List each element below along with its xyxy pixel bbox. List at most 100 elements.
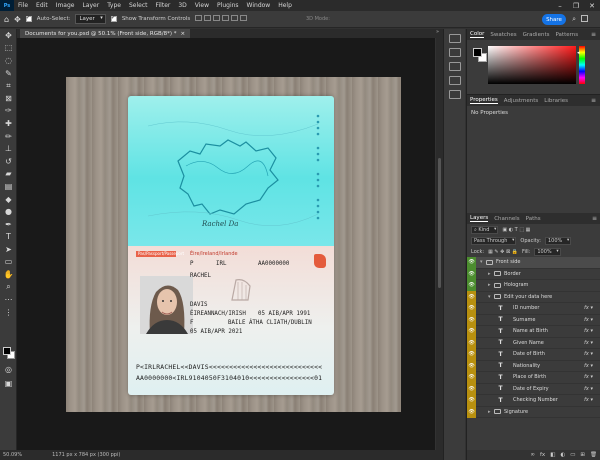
visibility-eye-icon[interactable]: 👁 bbox=[467, 314, 476, 326]
opacity-input[interactable]: 100% bbox=[544, 236, 572, 245]
maximize-icon[interactable]: ❐ bbox=[568, 0, 584, 11]
layer-effects-icon[interactable]: fx ▾ bbox=[584, 340, 593, 346]
layer-row[interactable]: 👁 T Nationality fx ▾ bbox=[467, 360, 600, 372]
visibility-eye-icon[interactable]: 👁 bbox=[467, 256, 476, 268]
adjustment-icon[interactable]: ◐ bbox=[560, 452, 565, 458]
layer-row[interactable]: 👁 ▸ Hologram bbox=[467, 279, 600, 292]
layer-effects-icon[interactable]: fx ▾ bbox=[584, 317, 593, 323]
dodge-icon[interactable]: ● bbox=[0, 205, 17, 218]
show-transform-checkbox[interactable] bbox=[110, 14, 117, 22]
menu-view[interactable]: View bbox=[191, 2, 213, 9]
foreground-color[interactable] bbox=[3, 347, 11, 355]
foreground-swatch[interactable] bbox=[473, 48, 482, 57]
move-tool-icon[interactable]: ✥ bbox=[14, 15, 21, 24]
tab-channels[interactable]: Channels bbox=[494, 216, 519, 222]
layer-row[interactable]: 👁 T ID number fx ▾ bbox=[467, 302, 600, 315]
pen-icon[interactable]: ✒ bbox=[0, 218, 17, 231]
visibility-eye-icon[interactable]: 👁 bbox=[467, 406, 476, 418]
gradient-icon[interactable]: ▤ bbox=[0, 180, 17, 193]
screen-mode-icon[interactable]: ▣ bbox=[0, 377, 17, 390]
blend-mode-dropdown[interactable]: Pass Through bbox=[471, 236, 517, 245]
visibility-eye-icon[interactable]: 👁 bbox=[467, 371, 476, 383]
visibility-eye-icon[interactable]: 👁 bbox=[467, 337, 476, 349]
visibility-eye-icon[interactable]: 👁 bbox=[467, 348, 476, 360]
layer-row[interactable]: 👁 T Date of Birth fx ▾ bbox=[467, 348, 600, 361]
menu-plugins[interactable]: Plugins bbox=[213, 2, 243, 9]
collapse-icon[interactable]: » bbox=[436, 29, 439, 35]
layer-row[interactable]: 👁 ▾ Front side bbox=[467, 256, 600, 269]
crop-icon[interactable]: ⌗ bbox=[0, 79, 17, 92]
workspace-icon[interactable] bbox=[581, 15, 588, 22]
search-icon[interactable]: ⌕ bbox=[572, 15, 576, 24]
quick-mask-icon[interactable]: ◎ bbox=[0, 363, 17, 376]
tab-color[interactable]: Color bbox=[470, 31, 485, 38]
visibility-eye-icon[interactable]: 👁 bbox=[467, 394, 476, 406]
blur-icon[interactable]: ◆ bbox=[0, 193, 17, 206]
edit-toolbar-icon[interactable]: ⋮ bbox=[0, 306, 17, 319]
layer-effects-icon[interactable]: fx ▾ bbox=[584, 351, 593, 357]
group-icon[interactable]: ▭ bbox=[570, 452, 575, 458]
lock-icons[interactable]: ▦ ✎ ✥ ⊠ 🔒 bbox=[488, 249, 518, 255]
menu-image[interactable]: Image bbox=[52, 2, 79, 9]
brush-panel-icon[interactable] bbox=[448, 62, 461, 71]
link-icon[interactable]: ∞ bbox=[530, 452, 535, 458]
layer-row[interactable]: 👁 ▸ Border bbox=[467, 268, 600, 280]
menu-file[interactable]: File bbox=[14, 2, 32, 9]
document-canvas[interactable]: Rachel Da Pas/Passport/Passeport Éire/Ir… bbox=[66, 77, 401, 412]
visibility-eye-icon[interactable]: 👁 bbox=[467, 302, 476, 314]
close-tab-icon[interactable]: × bbox=[181, 31, 186, 37]
layer-row[interactable]: 👁 T Given Name fx ▾ bbox=[467, 337, 600, 349]
menu-layer[interactable]: Layer bbox=[78, 2, 103, 9]
close-icon[interactable]: ✕ bbox=[584, 0, 600, 11]
layer-filter-dropdown[interactable]: ⌕ Kind bbox=[471, 225, 499, 234]
color-picker-field[interactable] bbox=[488, 46, 576, 84]
path-select-icon[interactable]: ➤ bbox=[0, 243, 17, 256]
stamp-icon[interactable]: ⊥ bbox=[0, 142, 17, 155]
zoom-icon[interactable]: ⌕ bbox=[0, 281, 17, 294]
history-brush-icon[interactable]: ↺ bbox=[0, 155, 17, 168]
tab-patterns[interactable]: Patterns bbox=[555, 32, 578, 38]
vertical-scrollbar[interactable] bbox=[436, 38, 443, 450]
fill-input[interactable]: 100% bbox=[534, 247, 561, 256]
align-icons[interactable] bbox=[195, 15, 249, 23]
history-panel-icon[interactable] bbox=[448, 34, 461, 43]
auto-select-dropdown[interactable]: Layer bbox=[75, 14, 106, 24]
visibility-eye-icon[interactable]: 👁 bbox=[467, 291, 476, 303]
paragraph-panel-icon[interactable] bbox=[448, 90, 461, 99]
scrollbar-thumb[interactable] bbox=[438, 158, 441, 288]
mask-icon[interactable]: ◧ bbox=[550, 452, 555, 458]
frame-icon[interactable]: ⊠ bbox=[0, 92, 17, 105]
menu-type[interactable]: Type bbox=[103, 2, 125, 9]
menu-help[interactable]: Help bbox=[274, 2, 296, 9]
layer-row[interactable]: 👁 T Name at Birth fx ▾ bbox=[467, 325, 600, 338]
tab-gradients[interactable]: Gradients bbox=[523, 32, 550, 38]
actions-panel-icon[interactable] bbox=[448, 48, 461, 57]
rectangle-icon[interactable]: ▭ bbox=[0, 256, 17, 269]
visibility-eye-icon[interactable]: 👁 bbox=[467, 268, 476, 280]
home-icon[interactable]: ⌂ bbox=[4, 15, 9, 24]
more-tools-icon[interactable]: ⋯ bbox=[0, 293, 17, 306]
layer-row[interactable]: 👁 T Date of Expiry fx ▾ bbox=[467, 383, 600, 395]
share-button[interactable]: Share bbox=[542, 14, 566, 25]
layer-effects-icon[interactable]: fx ▾ bbox=[584, 328, 593, 334]
layer-row[interactable]: 👁 T Checking Number fx ▾ bbox=[467, 394, 600, 407]
visibility-eye-icon[interactable]: 👁 bbox=[467, 325, 476, 337]
healing-icon[interactable]: ✚ bbox=[0, 117, 17, 130]
tab-properties[interactable]: Properties bbox=[470, 97, 498, 104]
eraser-icon[interactable]: ▰ bbox=[0, 168, 17, 181]
menu-filter[interactable]: Filter bbox=[152, 2, 175, 9]
move-icon[interactable]: ✥ bbox=[0, 29, 17, 42]
new-layer-icon[interactable]: ⊞ bbox=[580, 452, 585, 458]
tab-swatches[interactable]: Swatches bbox=[490, 32, 516, 38]
tab-layers[interactable]: Layers bbox=[470, 215, 489, 222]
visibility-eye-icon[interactable]: 👁 bbox=[467, 383, 476, 395]
visibility-eye-icon[interactable]: 👁 bbox=[467, 279, 476, 291]
layer-row[interactable]: 👁 ▸ Signature bbox=[467, 406, 600, 418]
fx-icon[interactable]: fx bbox=[540, 452, 545, 458]
lasso-icon[interactable]: ◌ bbox=[0, 54, 17, 67]
brush-icon[interactable]: ✏ bbox=[0, 130, 17, 143]
panel-menu-icon[interactable]: ≡ bbox=[591, 97, 596, 104]
auto-select-checkbox[interactable] bbox=[25, 14, 32, 22]
layer-effects-icon[interactable]: fx ▾ bbox=[584, 374, 593, 380]
layer-effects-icon[interactable]: fx ▾ bbox=[584, 386, 593, 392]
